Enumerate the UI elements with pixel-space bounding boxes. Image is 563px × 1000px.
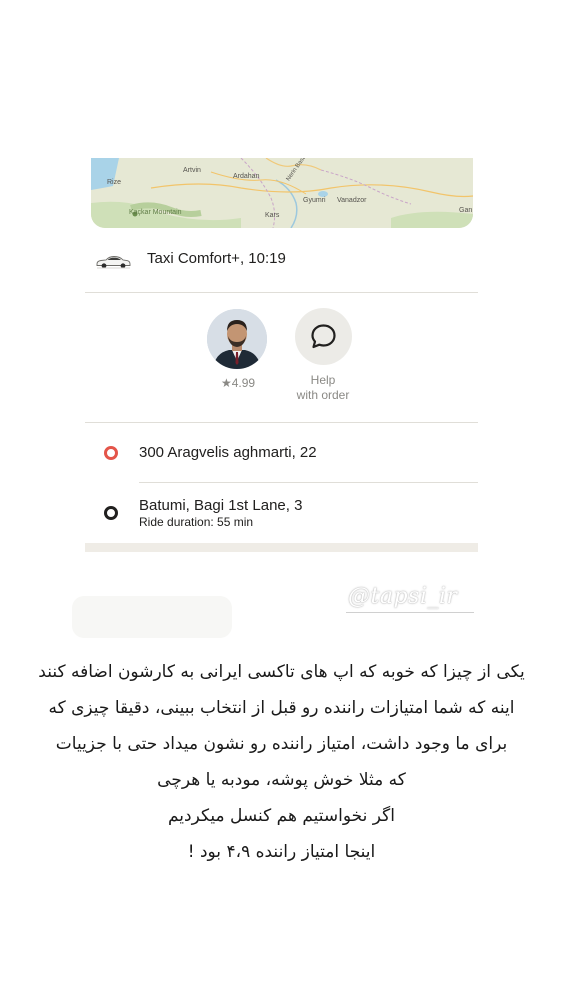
caption-line: برای ما وجود داشت، امتیاز راننده رو نشون… (55, 734, 508, 754)
faded-button (72, 596, 232, 638)
divider-route (139, 482, 478, 483)
map-label-gyumri: Gyumri (303, 197, 326, 204)
divider-middle (85, 422, 478, 423)
map-label-ardahan: Ardahan (233, 173, 260, 180)
tariff-row: Taxi Comfort+, 10:19 (85, 240, 478, 280)
ride-duration: Ride duration: 55 min (139, 515, 254, 529)
divider-top (85, 292, 478, 293)
card-bottom-band (85, 543, 478, 552)
help-label: Help with order (287, 373, 359, 403)
map-label-gan: Gan (459, 207, 473, 214)
map-label-kars: Kars (265, 212, 280, 219)
caption-line: اینه که شما امتیازات راننده رو قبل از ان… (48, 698, 515, 718)
driver-photo (207, 309, 267, 369)
destination-address[interactable]: Batumi, Bagi 1st Lane, 3 (139, 497, 302, 514)
caption-text: یکی از چیزا که خوبه که اپ های تاکسی ایرا… (20, 654, 543, 870)
driver-rating: ★4.99 (220, 376, 256, 390)
help-label-line2: with order (296, 388, 350, 402)
caption-line: اگر نخواستیم هم کنسل میکردیم (167, 806, 395, 826)
pickup-point-icon (104, 446, 118, 460)
car-icon (96, 256, 131, 269)
watermark-underline (346, 612, 474, 613)
map-label-vanadzor: Vanadzor (337, 197, 367, 204)
caption-line: اینجا امتیاز راننده ۴،۹ بود ! (187, 842, 376, 862)
map-label-rize: Rize (107, 179, 122, 186)
help-button[interactable] (295, 308, 352, 365)
caption-line: که مثلا خوش پوشه، مودبه یا هرچی (157, 770, 406, 790)
map-label-artvin: Artvin (183, 167, 201, 174)
destination-point-icon (104, 506, 118, 520)
caption-line: یکی از چیزا که خوبه که اپ های تاکسی ایرا… (38, 662, 525, 682)
tariff-label: Taxi Comfort+, 10:19 (147, 250, 286, 267)
pickup-address[interactable]: 300 Aragvelis aghmarti, 22 (139, 444, 317, 461)
help-label-line1: Help (310, 373, 336, 387)
route-map[interactable]: Rize Artvin Ardahan Gyumri Vanadzor Kaçk… (91, 158, 473, 228)
driver-avatar[interactable] (207, 309, 267, 369)
chat-bubble-icon (311, 324, 336, 349)
watermark-text: @tapsi_ir (348, 584, 458, 609)
map-graphic (91, 158, 473, 228)
map-label-kackar: Kaçkar Mountain (129, 209, 182, 216)
